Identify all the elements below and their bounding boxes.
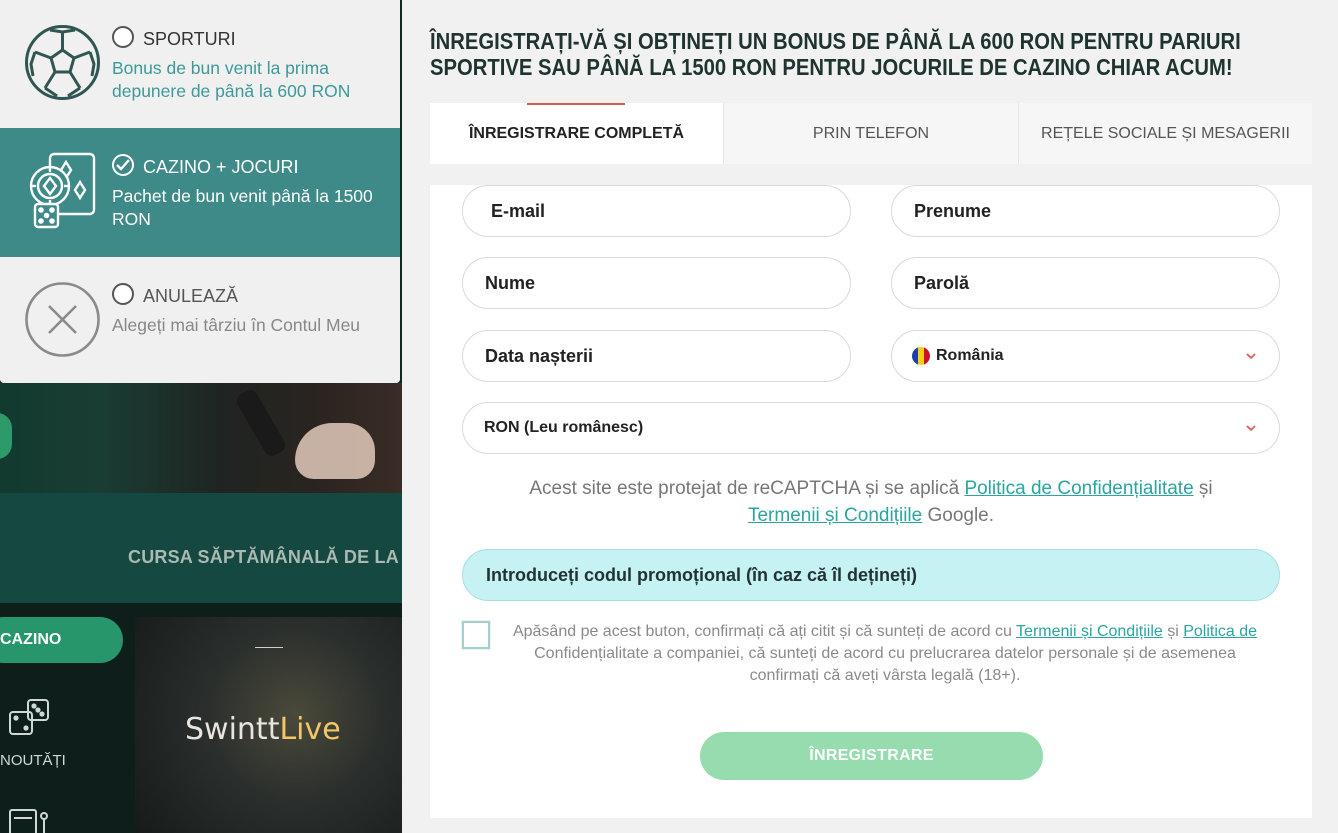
password-field[interactable]: Parolă	[891, 257, 1280, 309]
promo-banner-text: CURSA SĂPTĂMÂNALĂ DE LA 22E	[128, 547, 402, 567]
promo-code-button[interactable]: Introduceți codul promoțional (în caz că…	[462, 549, 1280, 601]
chevron-down-icon	[1246, 353, 1256, 360]
country-select[interactable]: România	[891, 330, 1280, 382]
birth-date-field[interactable]: Data nașterii	[462, 330, 851, 382]
dice-icon[interactable]	[8, 698, 52, 740]
cancel-description: Alegeți mai târziu în Contul Meu	[112, 315, 361, 335]
casino-chips-dice-icon	[29, 152, 96, 229]
consent-terms-link[interactable]: Termenii și Condițiile	[1016, 623, 1163, 640]
casino-description: Pachet de bun venit până la 1500 RON	[112, 186, 373, 229]
chevron-down-icon	[1246, 425, 1256, 432]
sports-title: SPORTURI	[143, 29, 236, 49]
registration-modal: ÎNREGISTRAȚI-VĂ ȘI OBȚINEȚI UN BONUS DE …	[402, 0, 1338, 833]
divider	[255, 647, 283, 648]
privacy-policy-link[interactable]: Politica de Confidențialitate	[964, 478, 1193, 499]
bonus-option-sports[interactable]: SPORTURI Bonus de bun venit la prima dep…	[0, 0, 400, 128]
cancel-radio[interactable]	[112, 283, 134, 305]
consent-checkbox[interactable]	[462, 621, 490, 649]
bonus-option-cancel[interactable]: ANULEAZĂ Alegeți mai târziu în Contul Me…	[0, 257, 400, 383]
email-field[interactable]: E-mail	[462, 185, 851, 237]
sports-description: Bonus de bun venit la prima depunere de …	[112, 58, 351, 101]
recaptcha-text: Acest site este protejat de reCAPTCHA și…	[529, 478, 965, 499]
consent-text: Apăsând pe acest buton, confirmați că aț…	[500, 621, 1270, 687]
recaptcha-notice: Acest site este protejat de reCAPTCHA și…	[430, 475, 1312, 529]
microphone-image	[233, 387, 289, 459]
currency-value: RON (Leu românesc)	[484, 419, 644, 436]
carousel-prev-button[interactable]	[0, 413, 12, 459]
registration-heading: ÎNREGISTRAȚI-VĂ ȘI OBȚINEȚI UN BONUS DE …	[430, 28, 1241, 80]
country-value: România	[936, 347, 1004, 364]
soccer-ball-icon	[25, 25, 100, 100]
tab-full-registration[interactable]: ÎNREGISTRARE COMPLETĂ	[430, 103, 724, 164]
casino-radio-checked[interactable]	[112, 154, 134, 176]
news-label[interactable]: NOUTĂȚI	[0, 752, 66, 769]
live-dealer-photo	[0, 383, 402, 493]
bonus-selector: SPORTURI Bonus de bun venit la prima dep…	[0, 0, 400, 383]
swintt-live-card[interactable]: SwinttLive	[135, 617, 402, 833]
swintt-live-logo: SwinttLive	[185, 712, 341, 747]
romania-flag-icon	[912, 347, 930, 365]
consent-privacy-link[interactable]: Politica de	[1183, 623, 1257, 640]
sports-radio[interactable]	[112, 26, 134, 48]
currency-select[interactable]: RON (Leu românesc)	[462, 402, 1280, 454]
recaptcha-and-text: și	[1193, 478, 1213, 499]
tab-social-networks[interactable]: REȚELE SOCIALE ȘI MESAGERII	[1019, 103, 1312, 164]
first-name-field[interactable]: Prenume	[891, 185, 1280, 237]
last-name-field[interactable]: Nume	[462, 257, 851, 309]
cancel-title: ANULEAZĂ	[143, 286, 239, 306]
check-icon	[116, 159, 130, 171]
casino-title: CAZINO + JOCURI	[143, 157, 299, 177]
tab-by-phone[interactable]: PRIN TELEFON	[724, 103, 1019, 164]
hand-image	[295, 423, 375, 479]
consent-rest: Confidențialitate a companiei, că sunteț…	[534, 645, 1236, 684]
calendar-icon[interactable]	[8, 806, 52, 833]
bonus-option-casino[interactable]: CAZINO + JOCURI Pachet de bun venit până…	[0, 128, 400, 257]
promo-banner[interactable]: CURSA SĂPTĂMÂNALĂ DE LA 22E	[0, 493, 402, 603]
close-circle-icon	[25, 282, 100, 357]
registration-form: E-mail Prenume Nume Parolă Data nașterii…	[430, 185, 1312, 818]
terms-link[interactable]: Termenii și Condițiile	[748, 505, 922, 526]
casino-nav-pill[interactable]: CAZINO	[0, 617, 123, 663]
recaptcha-suffix-text: Google.	[922, 505, 995, 526]
register-button[interactable]: ÎNREGISTRARE	[700, 732, 1043, 780]
consent-and: și	[1162, 623, 1184, 640]
consent-prefix: Apăsând pe acest buton, confirmați că aț…	[512, 623, 1017, 640]
registration-tabs: ÎNREGISTRARE COMPLETĂ PRIN TELEFON REȚEL…	[430, 103, 1312, 164]
